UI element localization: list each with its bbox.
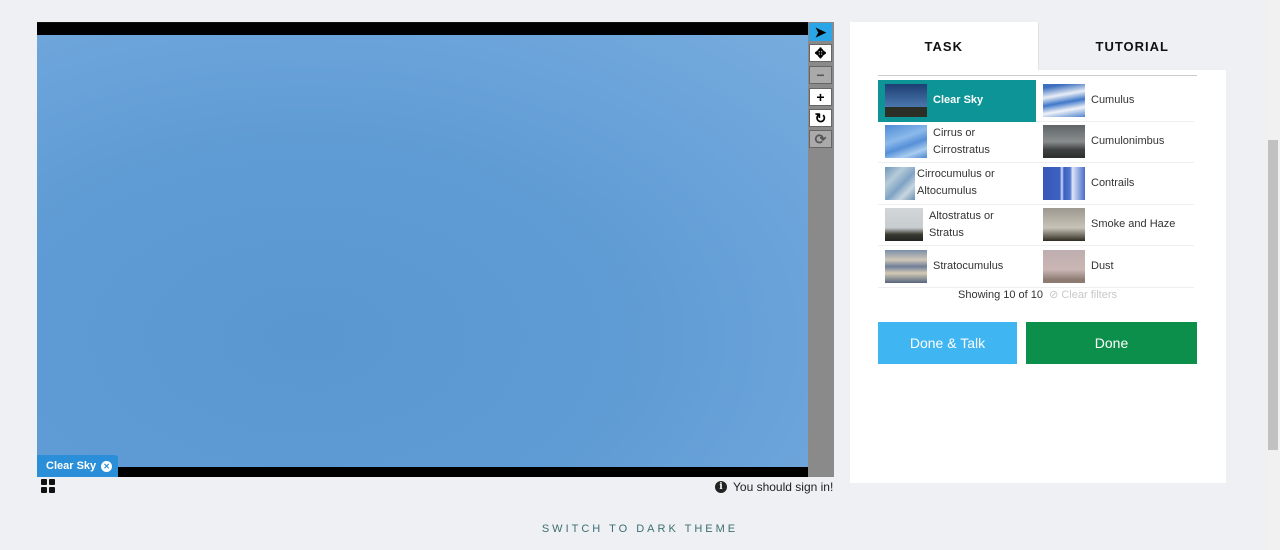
choice-cirrocumulus[interactable]: Cirrocumulus or Altocumulus bbox=[878, 163, 1036, 205]
close-icon[interactable]: ✕ bbox=[101, 460, 113, 472]
move-arrows-icon[interactable]: ✥ bbox=[809, 44, 832, 62]
choice-thumbnail bbox=[885, 208, 923, 242]
task-panel: TASK TUTORIAL Clear Sky Cumulus Cirrus o… bbox=[850, 22, 1226, 483]
choice-clear-sky[interactable]: Clear Sky bbox=[878, 80, 1036, 122]
choice-label: Contrails bbox=[1091, 176, 1135, 189]
choice-label: Dust bbox=[1091, 259, 1114, 272]
choice-altostratus[interactable]: Altostratus or Stratus bbox=[878, 205, 1036, 246]
choice-grid: Clear Sky Cumulus Cirrus or Cirrostratus… bbox=[878, 80, 1194, 288]
choice-label: Cirrus or Cirrostratus bbox=[933, 126, 990, 156]
subject-viewer[interactable]: Clear Sky ✕ bbox=[37, 22, 808, 477]
rotate-icon[interactable]: ↻ bbox=[809, 109, 832, 127]
done-button[interactable]: Done bbox=[1026, 322, 1197, 364]
info-icon: i bbox=[715, 481, 727, 493]
choice-thumbnail bbox=[1043, 208, 1085, 242]
choice-label: Cumulus bbox=[1091, 93, 1135, 106]
divider bbox=[878, 75, 1197, 76]
choice-label: Altostratus or Stratus bbox=[929, 209, 994, 239]
grid-view-icon[interactable] bbox=[41, 479, 55, 493]
sign-in-notice: i You should sign in! bbox=[715, 480, 833, 494]
choice-stratocumulus[interactable]: Stratocumulus bbox=[878, 246, 1036, 288]
done-and-talk-button[interactable]: Done & Talk bbox=[878, 322, 1017, 364]
choice-smoke-haze[interactable]: Smoke and Haze bbox=[1036, 205, 1194, 246]
sign-in-message: You should sign in! bbox=[733, 480, 834, 494]
clear-filters-link[interactable]: ⊘ Clear filters bbox=[1049, 289, 1117, 301]
choice-dust[interactable]: Dust bbox=[1036, 246, 1194, 288]
choice-thumbnail bbox=[885, 166, 915, 200]
choice-cumulonimbus[interactable]: Cumulonimbus bbox=[1036, 122, 1194, 163]
arrow-cursor-icon[interactable]: ➤ bbox=[809, 23, 832, 41]
choice-label: Cumulonimbus bbox=[1091, 135, 1165, 148]
tab-task[interactable]: TASK bbox=[850, 22, 1038, 70]
choice-thumbnail bbox=[885, 249, 927, 283]
choice-cirrus[interactable]: Cirrus or Cirrostratus bbox=[878, 122, 1036, 163]
choice-label: Stratocumulus bbox=[933, 259, 1004, 272]
theme-toggle-link[interactable]: SWITCH TO DARK THEME bbox=[0, 523, 1280, 535]
choice-thumbnail bbox=[885, 83, 927, 117]
clear-filters-label: Clear filters bbox=[1061, 289, 1117, 301]
tab-tutorial[interactable]: TUTORIAL bbox=[1037, 22, 1226, 70]
choice-label: Smoke and Haze bbox=[1091, 218, 1176, 231]
refresh-icon[interactable]: ⟳ bbox=[809, 130, 832, 148]
choice-cumulus[interactable]: Cumulus bbox=[1036, 80, 1194, 122]
panel-tabs: TASK TUTORIAL bbox=[850, 22, 1226, 70]
plus-icon[interactable]: + bbox=[809, 88, 832, 106]
page-scrollbar[interactable] bbox=[1266, 0, 1280, 550]
showing-count: Showing 10 of 10 bbox=[958, 289, 1044, 301]
choice-thumbnail bbox=[885, 125, 927, 159]
choice-thumbnail bbox=[1043, 166, 1085, 200]
active-annotation-tag[interactable]: Clear Sky ✕ bbox=[37, 455, 119, 477]
choice-thumbnail bbox=[1043, 83, 1085, 117]
choice-label: Cirrocumulus or Altocumulus bbox=[917, 168, 995, 198]
filter-status: Showing 10 of 10 ⊘ Clear filters bbox=[878, 288, 1197, 301]
choice-thumbnail bbox=[1043, 249, 1085, 283]
choice-thumbnail bbox=[1043, 125, 1085, 159]
choice-contrails[interactable]: Contrails bbox=[1036, 163, 1194, 205]
scrollbar-thumb[interactable] bbox=[1268, 140, 1278, 450]
sky-image[interactable] bbox=[37, 35, 808, 467]
active-annotation-label: Clear Sky bbox=[46, 460, 97, 472]
minus-icon[interactable]: − bbox=[809, 66, 832, 84]
choice-label: Clear Sky bbox=[933, 93, 984, 106]
viewer-toolbar: ➤ ✥ − + ↻ ⟳ bbox=[808, 22, 834, 477]
